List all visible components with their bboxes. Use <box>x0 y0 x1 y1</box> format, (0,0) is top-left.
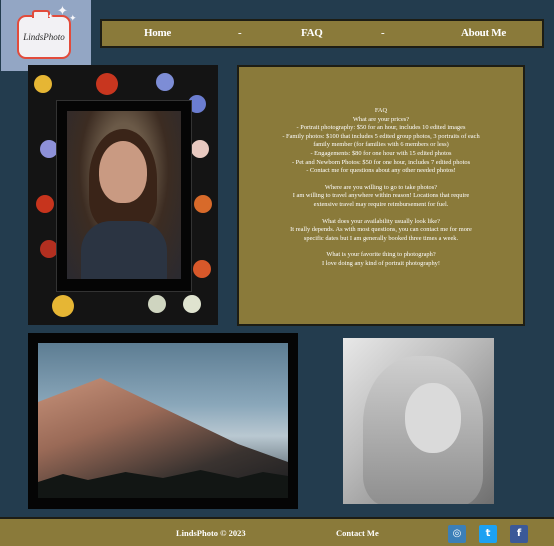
landscape-photo <box>38 343 288 498</box>
nav-separator: - <box>381 27 385 39</box>
flower-decoration <box>193 260 211 278</box>
main-navigation: Home - FAQ - About Me <box>100 19 544 48</box>
faq-answer: family member (for families with 6 membe… <box>313 141 449 149</box>
faq-answer: - Portrait photography: $50 for an hour,… <box>296 124 466 132</box>
flower-decoration <box>194 195 212 213</box>
site-logo[interactable]: LindsPhoto ✦ ✦ ✦ <box>1 0 91 71</box>
sparkle-icon: ✦ <box>69 13 77 23</box>
faq-question: Where are you willing to go to take phot… <box>324 183 438 191</box>
flower-decoration <box>156 73 174 91</box>
nav-home-link[interactable]: Home <box>144 27 171 39</box>
flower-decoration <box>36 195 54 213</box>
faq-question: What are your prices? <box>352 115 410 123</box>
instagram-icon[interactable]: ◎ <box>448 525 466 543</box>
sparkle-icon: ✦ <box>57 3 68 18</box>
facebook-icon[interactable]: f <box>510 525 528 543</box>
contact-me-link[interactable]: Contact Me <box>336 528 379 538</box>
faq-answer: It really depends. As with most question… <box>290 226 472 234</box>
faq-heading: FAQ <box>374 107 388 114</box>
landscape-photo-frame <box>28 333 298 509</box>
flower-decoration <box>191 140 209 158</box>
copyright-text: LindsPhoto © 2023 <box>176 528 246 538</box>
faq-answer: extensive travel may require reimburseme… <box>313 200 449 208</box>
portrait-face <box>405 383 461 453</box>
faq-question: What does your availability usually look… <box>322 217 440 225</box>
flower-decoration <box>148 295 166 313</box>
about-me-photo <box>343 338 494 504</box>
faq-answer: - Contact me for questions about any oth… <box>306 167 456 175</box>
sparkle-icon: ✦ <box>47 12 54 21</box>
floral-portrait-frame <box>28 65 218 325</box>
nav-separator: - <box>238 27 242 39</box>
logo-brand-text: LindsPhoto <box>23 32 65 42</box>
portrait-face <box>99 141 147 203</box>
faq-question: What is your favorite thing to photograp… <box>326 251 436 259</box>
nav-about-link[interactable]: About Me <box>461 27 506 39</box>
faq-answer: I am willing to travel anywhere within r… <box>292 192 470 200</box>
faq-answer: - Family photos: $100 that includes 5 ed… <box>282 132 480 140</box>
flower-decoration <box>34 75 52 93</box>
portrait-photo <box>67 111 181 279</box>
portrait-photo-frame <box>56 100 192 292</box>
faq-panel: FAQ What are your prices? - Portrait pho… <box>237 65 525 326</box>
site-footer: LindsPhoto © 2023 Contact Me ◎ t f <box>0 517 554 546</box>
faq-answer: - Pet and Newborn Photos: $50 for one ho… <box>291 158 471 166</box>
faq-answer: specific dates but I am generally booked… <box>303 234 459 242</box>
twitter-icon[interactable]: t <box>479 525 497 543</box>
faq-answer: I love doing any kind of portrait photog… <box>321 259 441 267</box>
flower-decoration <box>96 73 118 95</box>
nav-faq-link[interactable]: FAQ <box>301 27 323 39</box>
portrait-shirt <box>81 221 167 279</box>
flower-decoration <box>183 295 201 313</box>
faq-answer: - Engagements: $80 for one hour with 15 … <box>310 149 452 157</box>
flower-decoration <box>52 295 74 317</box>
camera-icon: LindsPhoto <box>17 10 71 59</box>
